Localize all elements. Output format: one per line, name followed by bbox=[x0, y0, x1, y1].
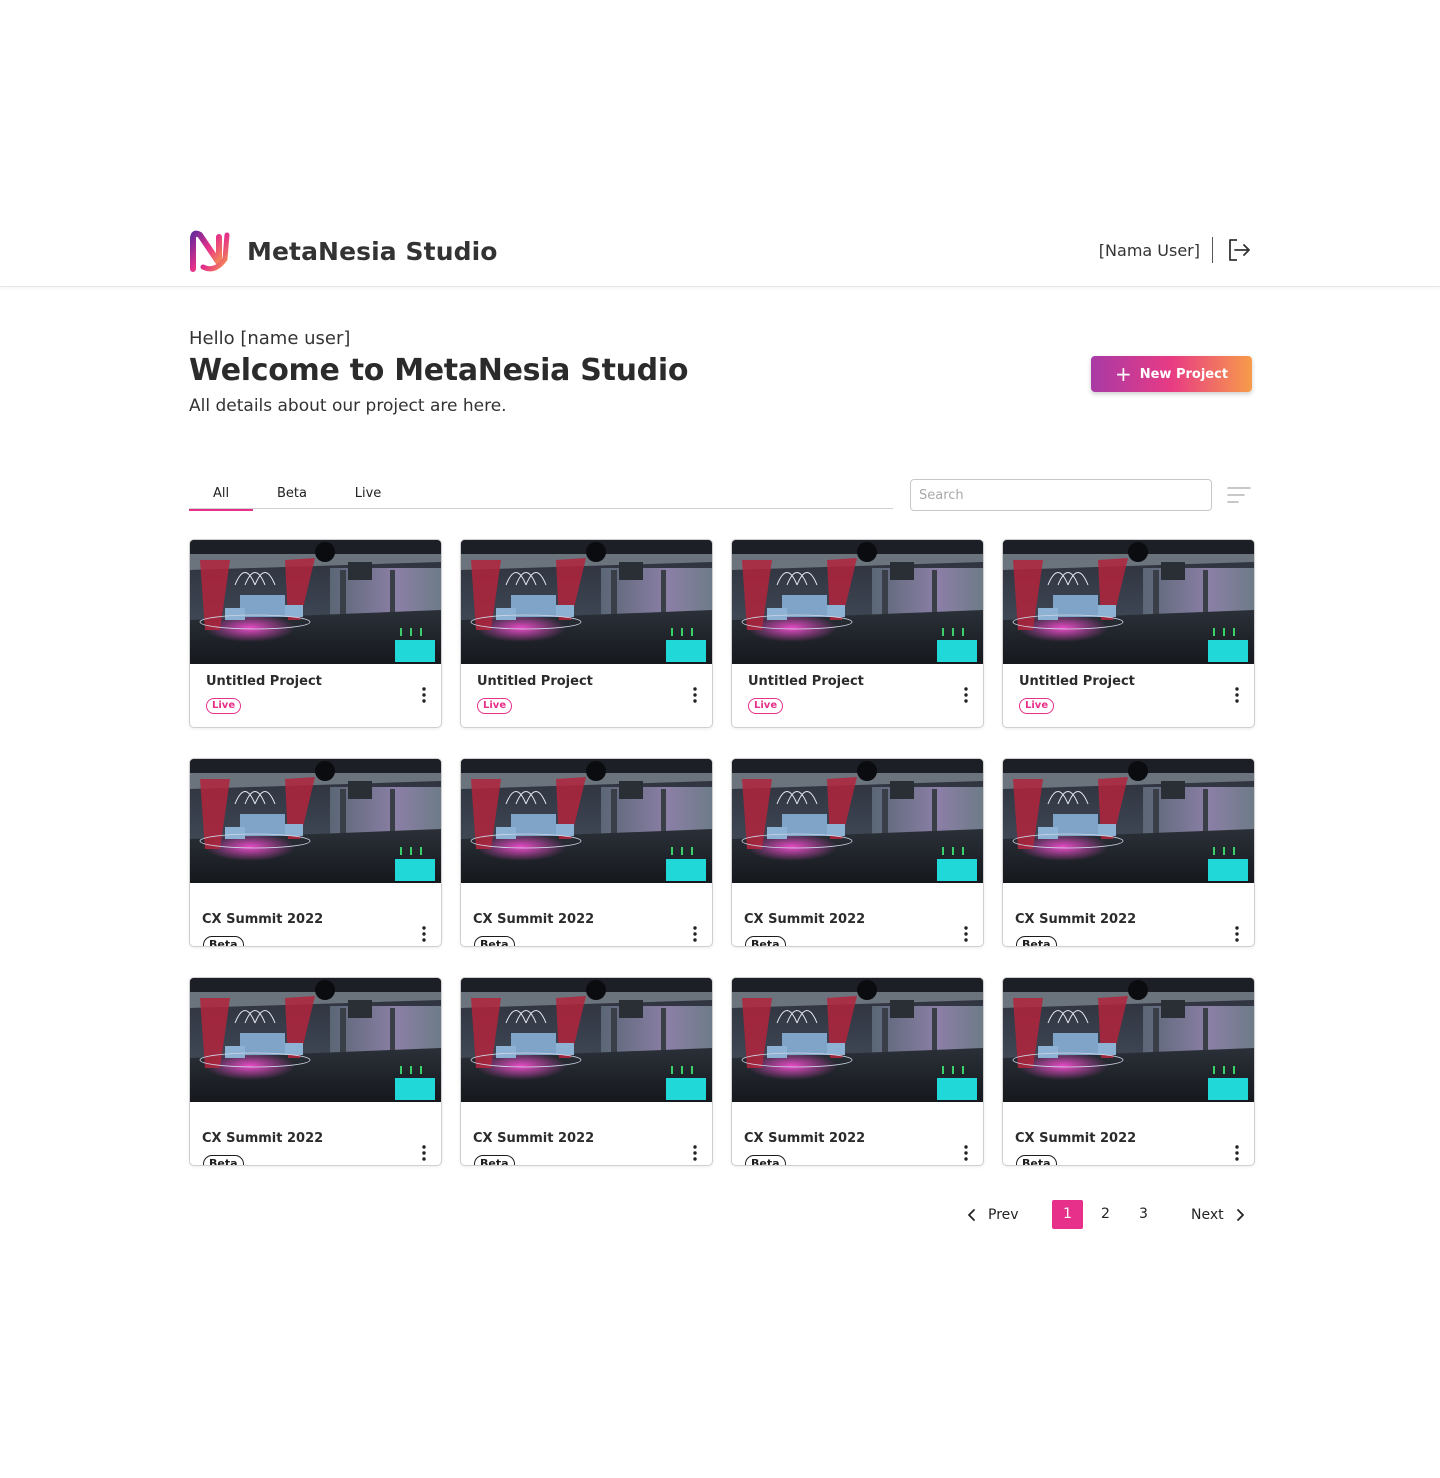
project-thumbnail bbox=[1003, 759, 1254, 883]
project-title: CX Summit 2022 bbox=[473, 912, 595, 927]
new-project-label: New Project bbox=[1139, 366, 1229, 382]
project-card[interactable]: Untitled Project Live bbox=[189, 539, 442, 728]
brand[interactable]: MetaNesia Studio bbox=[189, 229, 498, 273]
divider bbox=[1212, 237, 1213, 263]
project-title: CX Summit 2022 bbox=[473, 1131, 595, 1146]
page-subtitle: All details about our project are here. bbox=[189, 396, 507, 416]
logout-icon[interactable] bbox=[1227, 238, 1251, 262]
project-title: Untitled Project bbox=[748, 674, 864, 689]
search-input[interactable] bbox=[910, 479, 1212, 511]
metanesia-logo-icon bbox=[190, 230, 230, 272]
project-title: CX Summit 2022 bbox=[202, 912, 324, 927]
project-card[interactable]: CX Summit 2022 Beta bbox=[731, 977, 984, 1166]
more-vertical-icon[interactable] bbox=[961, 924, 971, 944]
next-label: Next bbox=[1191, 1206, 1224, 1223]
new-project-button[interactable]: + New Project bbox=[1091, 356, 1252, 392]
project-title: Untitled Project bbox=[477, 674, 593, 689]
status-badge: Beta bbox=[745, 1155, 786, 1165]
project-title: CX Summit 2022 bbox=[1015, 1131, 1137, 1146]
tab-beta[interactable]: Beta bbox=[253, 478, 331, 509]
status-badge: Beta bbox=[474, 1155, 515, 1165]
project-card[interactable]: CX Summit 2022 Beta bbox=[189, 758, 442, 947]
tab-live[interactable]: Live bbox=[331, 478, 405, 509]
page-3[interactable]: 3 bbox=[1128, 1200, 1159, 1229]
project-card[interactable]: Untitled Project Live bbox=[1002, 539, 1255, 728]
project-thumbnail bbox=[461, 540, 712, 664]
page-2[interactable]: 2 bbox=[1090, 1200, 1121, 1229]
status-badge: Live bbox=[477, 698, 513, 714]
user-area: [Nama User] bbox=[1099, 237, 1251, 263]
brand-name: MetaNesia Studio bbox=[247, 236, 498, 266]
project-thumbnail bbox=[190, 540, 441, 664]
status-badge: Beta bbox=[745, 936, 786, 946]
more-vertical-icon[interactable] bbox=[690, 685, 700, 705]
more-vertical-icon[interactable] bbox=[961, 685, 971, 705]
status-badge: Beta bbox=[474, 936, 515, 946]
project-card[interactable]: CX Summit 2022 Beta bbox=[460, 758, 713, 947]
status-badge: Beta bbox=[1016, 936, 1057, 946]
status-badge: Beta bbox=[203, 936, 244, 946]
more-vertical-icon[interactable] bbox=[1232, 685, 1242, 705]
project-thumbnail bbox=[461, 759, 712, 883]
project-thumbnail bbox=[190, 978, 441, 1102]
plus-icon: + bbox=[1114, 362, 1132, 386]
status-badge: Beta bbox=[1016, 1155, 1057, 1165]
project-thumbnail bbox=[1003, 978, 1254, 1102]
tab-all[interactable]: All bbox=[189, 478, 253, 511]
more-vertical-icon[interactable] bbox=[1232, 1143, 1242, 1163]
filter-sort-icon[interactable] bbox=[1227, 486, 1251, 504]
project-thumbnail bbox=[732, 978, 983, 1102]
status-badge: Live bbox=[1019, 698, 1055, 714]
project-card[interactable]: CX Summit 2022 Beta bbox=[460, 977, 713, 1166]
project-card[interactable]: CX Summit 2022 Beta bbox=[1002, 758, 1255, 947]
project-card[interactable]: CX Summit 2022 Beta bbox=[731, 758, 984, 947]
prev-label: Prev bbox=[988, 1206, 1019, 1223]
page-title: Welcome to MetaNesia Studio bbox=[189, 353, 689, 388]
next-button[interactable]: Next bbox=[1191, 1207, 1246, 1223]
more-vertical-icon[interactable] bbox=[419, 1143, 429, 1163]
project-thumbnail bbox=[732, 759, 983, 883]
project-card[interactable]: Untitled Project Live bbox=[731, 539, 984, 728]
project-thumbnail bbox=[190, 759, 441, 883]
more-vertical-icon[interactable] bbox=[690, 924, 700, 944]
project-title: CX Summit 2022 bbox=[744, 912, 866, 927]
chevron-right-icon bbox=[1236, 1208, 1244, 1221]
more-vertical-icon[interactable] bbox=[961, 1143, 971, 1163]
project-thumbnail bbox=[461, 978, 712, 1102]
filter-tabs: All Beta Live bbox=[189, 478, 893, 511]
status-badge: Live bbox=[206, 698, 242, 714]
user-name[interactable]: [Nama User] bbox=[1099, 241, 1212, 260]
greeting: Hello [name user] bbox=[189, 328, 351, 349]
project-card[interactable]: CX Summit 2022 Beta bbox=[189, 977, 442, 1166]
project-card[interactable]: CX Summit 2022 Beta bbox=[1002, 977, 1255, 1166]
project-title: CX Summit 2022 bbox=[202, 1131, 324, 1146]
project-card[interactable]: Untitled Project Live bbox=[460, 539, 713, 728]
page-1[interactable]: 1 bbox=[1052, 1200, 1083, 1229]
project-title: CX Summit 2022 bbox=[1015, 912, 1137, 927]
status-badge: Beta bbox=[203, 1155, 244, 1165]
project-title: Untitled Project bbox=[1019, 674, 1135, 689]
project-thumbnail bbox=[1003, 540, 1254, 664]
prev-button[interactable]: Prev bbox=[966, 1207, 1052, 1223]
more-vertical-icon[interactable] bbox=[419, 685, 429, 705]
project-thumbnail bbox=[732, 540, 983, 664]
project-title: CX Summit 2022 bbox=[744, 1131, 866, 1146]
app-header: MetaNesia Studio [Nama User] bbox=[0, 215, 1440, 287]
more-vertical-icon[interactable] bbox=[690, 1143, 700, 1163]
more-vertical-icon[interactable] bbox=[419, 924, 429, 944]
project-grid: Untitled Project Live Untitled Project Live… bbox=[189, 539, 1255, 1166]
chevron-left-icon bbox=[968, 1208, 975, 1221]
pagination: Prev 1 2 3 Next bbox=[966, 1200, 1246, 1229]
status-badge: Live bbox=[748, 698, 784, 714]
more-vertical-icon[interactable] bbox=[1232, 924, 1242, 944]
hero: Hello [name user] Welcome to MetaNesia S… bbox=[189, 328, 688, 416]
project-title: Untitled Project bbox=[206, 674, 322, 689]
